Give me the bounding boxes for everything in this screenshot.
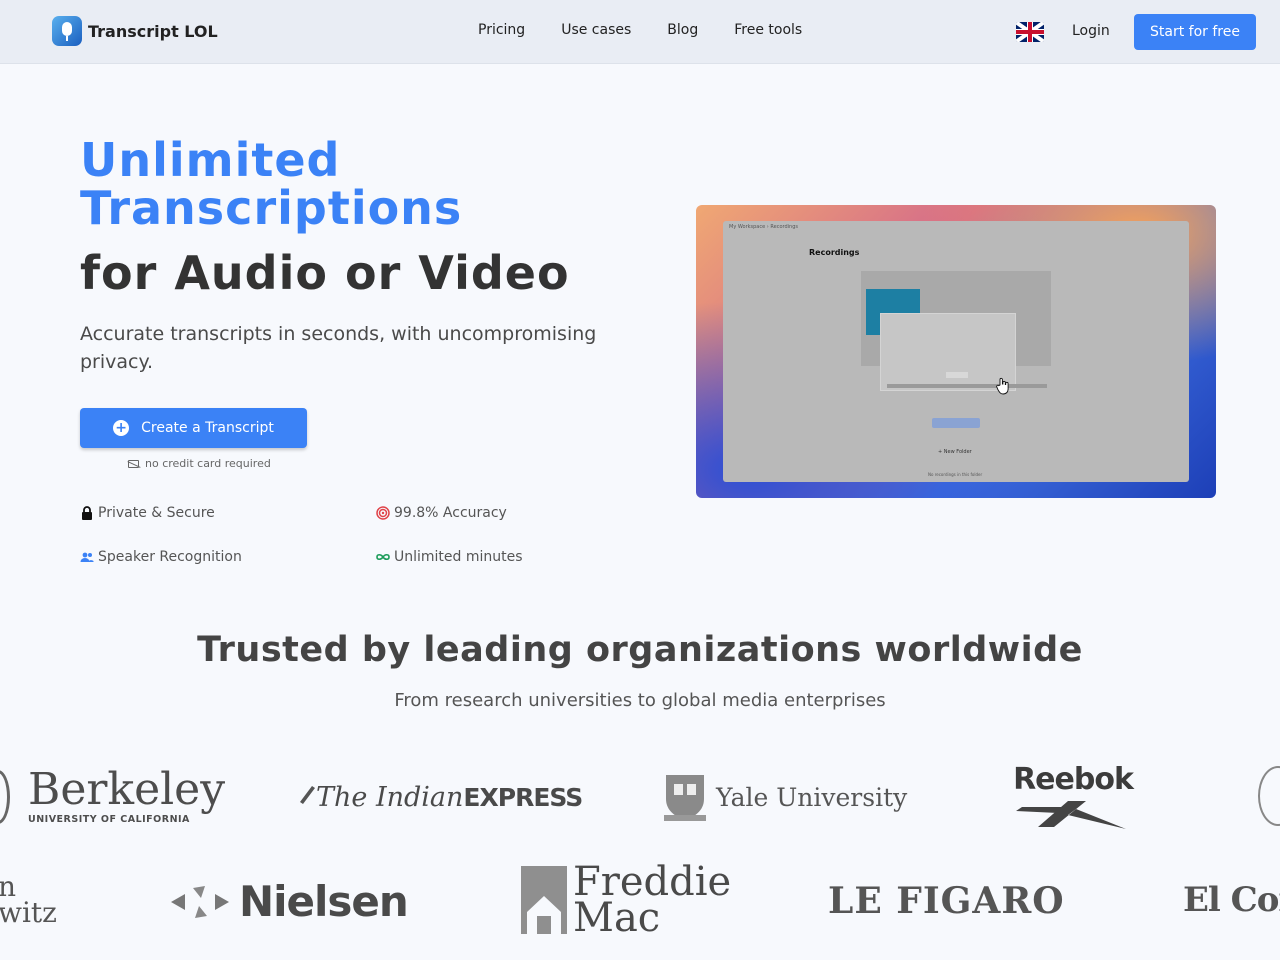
preview-new-folder: + New Folder: [938, 449, 972, 455]
hero-title-highlight: Unlimited Transcriptions: [80, 133, 463, 235]
start-for-free-button[interactable]: Start for free: [1134, 14, 1256, 50]
preview-title: Recordings: [809, 248, 860, 257]
yale-logo: Yale University: [662, 771, 907, 823]
yale-shield-icon: [664, 775, 706, 821]
users-icon: [80, 552, 94, 562]
preview-footer: No recordings in this folder: [928, 472, 983, 477]
house-icon: [521, 866, 567, 934]
freddie-mac-logo: Freddie Mac: [521, 862, 731, 938]
microphone-icon: [52, 16, 82, 46]
preview-breadcrumb: My Workspace › Recordings: [729, 224, 798, 230]
target-icon: [376, 506, 390, 520]
hero-subtitle: Accurate transcripts in seconds, with un…: [80, 323, 597, 373]
app-preview-screenshot: My Workspace › Recordings Recordings + N…: [696, 205, 1216, 498]
nav-use-cases[interactable]: Use cases: [561, 22, 631, 38]
feature-speaker: Speaker Recognition: [80, 549, 242, 565]
trusted-heading: Trusted by leading organizations worldwi…: [197, 630, 1083, 670]
indian-express-logo: The Indian EXPRESS: [298, 782, 583, 813]
nav-pricing[interactable]: Pricing: [478, 22, 525, 38]
nav-free-tools[interactable]: Free tools: [734, 22, 802, 38]
lock-icon: [82, 506, 92, 520]
nav-blog[interactable]: Blog: [667, 22, 698, 38]
login-link[interactable]: Login: [1072, 23, 1110, 39]
top-navbar: Transcript LOL Pricing Use cases Blog Fr…: [0, 0, 1280, 64]
nielsen-arrows-icon: [171, 885, 229, 918]
hand-cursor-icon: [996, 377, 1009, 395]
brand-name: Transcript LOL: [88, 21, 218, 41]
reebok-vector-icon: [1016, 801, 1126, 829]
le-figaro-logo: LE FIGARO: [828, 880, 1065, 922]
preview-modal-button: [946, 372, 968, 378]
main-nav: Pricing Use cases Blog Free tools: [478, 22, 802, 38]
create-transcript-button[interactable]: + Create a Transcript: [80, 408, 307, 448]
preview-row: [887, 384, 1047, 388]
no-card-icon: [128, 459, 139, 468]
partial-seal-logo-right: [1258, 766, 1280, 826]
preview-blue-button: [932, 418, 980, 428]
plus-circle-icon: +: [113, 420, 130, 436]
no-credit-card-note: no credit card required: [128, 457, 271, 470]
infinity-icon: [376, 553, 390, 561]
berkeley-logo: Berkeley UNIVERSITY OF CALIFORNIA: [28, 764, 226, 826]
create-transcript-label: Create a Transcript: [141, 420, 274, 436]
partial-seal-logo-left: [0, 770, 10, 824]
uk-flag-icon[interactable]: [1016, 22, 1044, 42]
nielsen-logo: Nielsen: [171, 877, 409, 926]
trusted-subheading: From research universities to global med…: [394, 690, 886, 711]
hero-title: for Audio or Video: [80, 246, 570, 300]
brand-logo[interactable]: Transcript LOL: [52, 16, 218, 46]
feature-accuracy: 99.8% Accuracy: [376, 505, 507, 521]
feature-unlimited: Unlimited minutes: [376, 549, 523, 565]
partial-logo-left: n witz: [0, 870, 57, 929]
app-window: My Workspace › Recordings Recordings + N…: [723, 221, 1189, 482]
reebok-logo: Reebok: [1005, 762, 1141, 835]
feature-private: Private & Secure: [80, 505, 215, 521]
quill-icon: [300, 786, 315, 804]
el-confidencial-logo: El Con: [1183, 880, 1280, 920]
